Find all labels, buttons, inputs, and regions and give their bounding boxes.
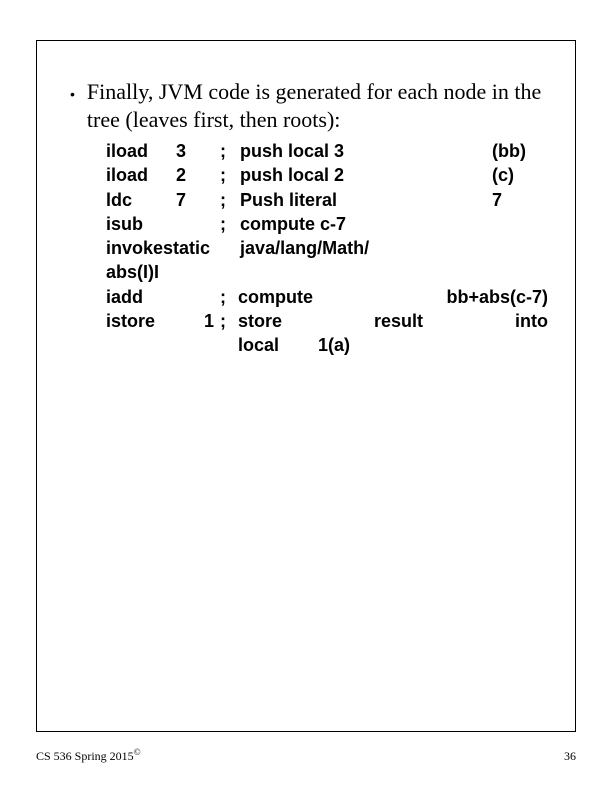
code-block: iload 3 ; push local 3 (bb) iload 2 ; pu…	[106, 139, 552, 358]
opcode: ldc	[106, 188, 176, 212]
copyright-icon: ©	[134, 747, 141, 757]
code-line: istore 1 ; store result into	[106, 309, 552, 333]
arg: 1	[176, 309, 220, 333]
arg: 7	[176, 188, 220, 212]
opcode: iload	[106, 139, 176, 163]
code-line: isub ; compute c-7	[106, 212, 552, 236]
semicolon: ;	[220, 188, 240, 212]
opcode: invokestatic	[106, 236, 210, 260]
semicolon: ;	[220, 212, 240, 236]
slide-content: • Finally, JVM code is generated for eac…	[70, 78, 552, 358]
bullet-item: • Finally, JVM code is generated for eac…	[70, 78, 552, 133]
comment: Push literal 7	[240, 188, 552, 212]
semicolon: ;	[220, 285, 238, 309]
code-line: iadd ; compute bb+abs(c-7)	[106, 285, 552, 309]
arg	[176, 212, 220, 236]
comment: push local 3 (bb)	[240, 139, 552, 163]
semicolon: ;	[220, 309, 238, 333]
bullet-dot: •	[70, 86, 75, 102]
comment: java/lang/Math/	[240, 236, 369, 260]
opcode: iadd	[106, 285, 220, 309]
comment: push local 2 (c)	[240, 163, 552, 187]
code-line: iload 2 ; push local 2 (c)	[106, 163, 552, 187]
code-line: iload 3 ; push local 3 (bb)	[106, 139, 552, 163]
comment: store result into	[238, 309, 552, 333]
page-number: 36	[564, 749, 576, 764]
comment: compute c-7	[240, 212, 552, 236]
code-line: ldc 7 ; Push literal 7	[106, 188, 552, 212]
opcode: istore	[106, 309, 176, 333]
arg: 2	[176, 163, 220, 187]
semicolon: ;	[220, 163, 240, 187]
footer-course: CS 536 Spring 2015©	[36, 747, 141, 764]
semicolon: ;	[220, 139, 240, 163]
opcode: iload	[106, 163, 176, 187]
opcode: isub	[106, 212, 176, 236]
bullet-text: Finally, JVM code is generated for each …	[87, 78, 552, 133]
code-line: local 1(a)	[106, 333, 552, 357]
arg: 3	[176, 139, 220, 163]
code-line: abs(I)I	[106, 260, 552, 284]
comment: compute bb+abs(c-7)	[238, 285, 552, 309]
code-line: invokestatic java/lang/Math/	[106, 236, 552, 260]
comment: local 1(a)	[238, 333, 552, 357]
